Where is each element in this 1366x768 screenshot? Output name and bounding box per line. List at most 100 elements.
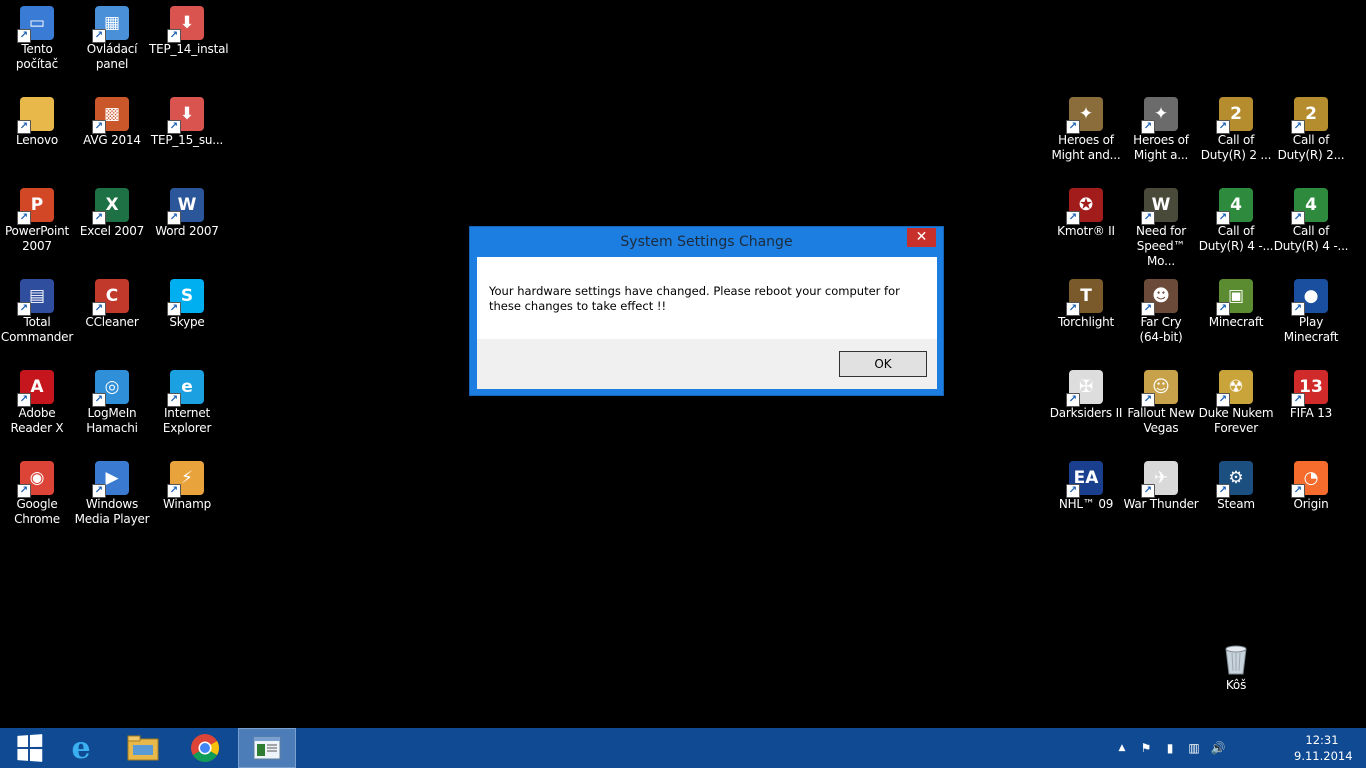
network-icon[interactable]: ▥ <box>1186 741 1202 755</box>
fallout-icon: ☺ ↗ <box>1141 370 1178 407</box>
desktop-shortcut[interactable]: ⬇ ↗ TEP_15_su... <box>149 91 225 179</box>
desktop-shortcut[interactable]: 13 ↗ FIFA 13 <box>1273 364 1349 452</box>
desktop: ▭ ↗ Tento počítač ▦ ↗ Ovládací panel ⬇ ↗ TEP_14_… <box>0 0 1366 728</box>
icon-glyph: ◎ <box>104 377 120 397</box>
desktop-shortcut[interactable]: ✪ ↗ Kmotr® II <box>1048 182 1124 270</box>
desktop-shortcut-label: AVG 2014 <box>83 133 141 147</box>
desktop-shortcut[interactable]: T ↗ Torchlight <box>1048 273 1124 361</box>
shortcut-arrow-icon: ↗ <box>1066 484 1080 498</box>
desktop-shortcut[interactable]: ✦ ↗ Heroes of Might a... <box>1123 91 1199 179</box>
powerpoint-icon: P ↗ <box>17 188 54 225</box>
desktop-shortcut[interactable]: S ↗ Skype <box>149 273 225 361</box>
desktop-shortcut[interactable]: 4 ↗ Call of Duty(R) 4 -... <box>1273 182 1349 270</box>
call-of-duty-icon: 2 ↗ <box>1291 97 1328 134</box>
desktop-shortcut[interactable]: ◎ ↗ LogMeIn Hamachi <box>74 364 150 452</box>
desktop-shortcut[interactable]: ⬇ ↗ TEP_14_instal <box>149 0 229 88</box>
call-of-duty-icon: 4 ↗ <box>1216 188 1253 225</box>
dialog-close-button[interactable]: ✕ <box>907 228 936 247</box>
recycle-bin-shortcut[interactable]: Kôš <box>1198 636 1274 724</box>
desktop-shortcut[interactable]: W ↗ Word 2007 <box>149 182 225 270</box>
shortcut-arrow-icon: ↗ <box>17 393 31 407</box>
shortcut-arrow-icon: ↗ <box>1216 120 1230 134</box>
desktop-shortcut[interactable]: EA ↗ NHL™ 09 <box>1048 455 1124 543</box>
minecraft-icon: ▣ ↗ <box>1216 279 1253 316</box>
desktop-shortcut-label: Heroes of Might and... <box>1051 133 1121 162</box>
desktop-shortcut[interactable]: A ↗ Adobe Reader X <box>0 364 75 452</box>
desktop-shortcut[interactable]: ▭ ↗ Tento počítač <box>0 0 75 88</box>
desktop-shortcut[interactable]: e ↗ Internet Explorer <box>149 364 225 452</box>
desktop-shortcut-label: Tento počítač <box>15 42 59 71</box>
desktop-shortcut-label: Lenovo <box>15 133 59 147</box>
taskbar-chrome[interactable] <box>176 728 234 768</box>
ok-button[interactable]: OK <box>839 351 927 377</box>
icon-glyph: e <box>181 377 193 397</box>
shortcut-arrow-icon: ↗ <box>1141 120 1155 134</box>
icon-glyph: ☢ <box>1228 377 1244 397</box>
desktop-shortcut[interactable]: ▣ ↗ Minecraft <box>1198 273 1274 361</box>
heroes-icon: ✦ ↗ <box>1066 97 1103 134</box>
desktop-shortcut[interactable]: ✠ ↗ Darksiders II <box>1048 364 1124 452</box>
desktop-shortcut[interactable]: ● ↗ Play Minecraft <box>1273 273 1349 361</box>
desktop-shortcut[interactable]: W ↗ Need for Speed™ Mo... <box>1123 182 1199 270</box>
desktop-shortcut[interactable]: ☢ ↗ Duke Nukem Forever <box>1198 364 1274 452</box>
desktop-shortcut[interactable]: X ↗ Excel 2007 <box>74 182 150 270</box>
desktop-shortcut[interactable]: 2 ↗ Call of Duty(R) 2 ... <box>1198 91 1274 179</box>
desktop-shortcut[interactable]: ▤ ↗ Total Commander <box>0 273 75 361</box>
desktop-shortcut[interactable]: 4 ↗ Call of Duty(R) 4 -... <box>1198 182 1274 270</box>
desktop-shortcut[interactable]: 2 ↗ Call of Duty(R) 2... <box>1273 91 1349 179</box>
desktop-shortcut[interactable]: ☻ ↗ Far Cry (64-bit) <box>1123 273 1199 361</box>
action-center-flag-icon[interactable]: ⚑ <box>1138 741 1154 755</box>
icon-glyph: 4 <box>1230 195 1242 215</box>
icon-glyph: ✪ <box>1078 195 1094 215</box>
icon-glyph: ⬇ <box>179 13 195 33</box>
desktop-shortcut[interactable]: ▶ ↗ Windows Media Player <box>74 455 150 543</box>
shortcut-arrow-icon: ↗ <box>167 29 181 43</box>
word-icon: W ↗ <box>167 188 204 225</box>
desktop-shortcut-label: Far Cry (64-bit) <box>1139 315 1183 344</box>
shortcut-arrow-icon: ↗ <box>1216 393 1230 407</box>
clock-date: 9.11.2014 <box>1294 749 1353 763</box>
installer-icon: ⬇ ↗ <box>167 97 204 134</box>
shortcut-arrow-icon: ↗ <box>92 120 106 134</box>
icon-glyph: ✈ <box>1153 468 1169 488</box>
desktop-shortcut[interactable]: ◉ ↗ Google Chrome <box>0 455 75 543</box>
show-hidden-icons-button[interactable]: ▲ <box>1114 741 1130 755</box>
desktop-shortcut[interactable]: P ↗ PowerPoint 2007 <box>0 182 75 270</box>
power-icon[interactable]: ▮ <box>1162 741 1178 755</box>
icon-glyph: ⚡ <box>181 468 193 488</box>
fifa-icon: 13 ↗ <box>1291 370 1328 407</box>
torchlight-icon: T ↗ <box>1066 279 1103 316</box>
desktop-shortcut[interactable]: ▩ ↗ AVG 2014 <box>74 91 150 179</box>
desktop-shortcut[interactable]: ↗ Lenovo <box>0 91 75 179</box>
desktop-shortcut[interactable]: ☺ ↗ Fallout New Vegas <box>1123 364 1199 452</box>
desktop-shortcut-label: LogMeIn Hamachi <box>86 406 138 435</box>
shortcut-arrow-icon: ↗ <box>17 29 31 43</box>
desktop-shortcut[interactable]: C ↗ CCleaner <box>74 273 150 361</box>
system-tray: ▲ ⚑ ▮ ▥ 🔊 12:31 9.11.2014 <box>1106 728 1366 768</box>
window-app-icon <box>253 736 281 760</box>
shortcut-arrow-icon: ↗ <box>92 211 106 225</box>
desktop-shortcut[interactable]: ✈ ↗ War Thunder <box>1123 455 1199 543</box>
taskbar-clock[interactable]: 12:31 9.11.2014 <box>1294 732 1353 764</box>
desktop-shortcut[interactable]: ◔ ↗ Origin <box>1273 455 1349 543</box>
desktop-shortcut[interactable]: ▦ ↗ Ovládací panel <box>74 0 150 88</box>
shortcut-arrow-icon: ↗ <box>1066 302 1080 316</box>
dialog-titlebar[interactable]: System Settings Change ✕ <box>470 227 943 257</box>
desktop-shortcut[interactable]: ⚡ ↗ Winamp <box>149 455 225 543</box>
taskbar-file-explorer[interactable] <box>114 728 172 768</box>
origin-icon: ◔ ↗ <box>1291 461 1328 498</box>
desktop-shortcut-label: Adobe Reader X <box>10 406 64 435</box>
desktop-shortcut-label: Darksiders II <box>1049 406 1123 420</box>
volume-icon[interactable]: 🔊 <box>1210 741 1226 755</box>
taskbar-internet-explorer[interactable]: e <box>52 728 110 768</box>
desktop-shortcut[interactable]: ⚙ ↗ Steam <box>1198 455 1274 543</box>
shortcut-arrow-icon: ↗ <box>1066 120 1080 134</box>
desktop-shortcut-label: Total Commander <box>0 315 74 344</box>
shortcut-arrow-icon: ↗ <box>1141 393 1155 407</box>
start-button[interactable] <box>0 728 58 768</box>
shortcut-arrow-icon: ↗ <box>92 484 106 498</box>
taskbar-active-window[interactable] <box>238 728 296 768</box>
desktop-shortcut[interactable]: ✦ ↗ Heroes of Might and... <box>1048 91 1124 179</box>
desktop-shortcut-label: CCleaner <box>85 315 139 329</box>
desktop-shortcut-label: Duke Nukem Forever <box>1198 406 1274 435</box>
